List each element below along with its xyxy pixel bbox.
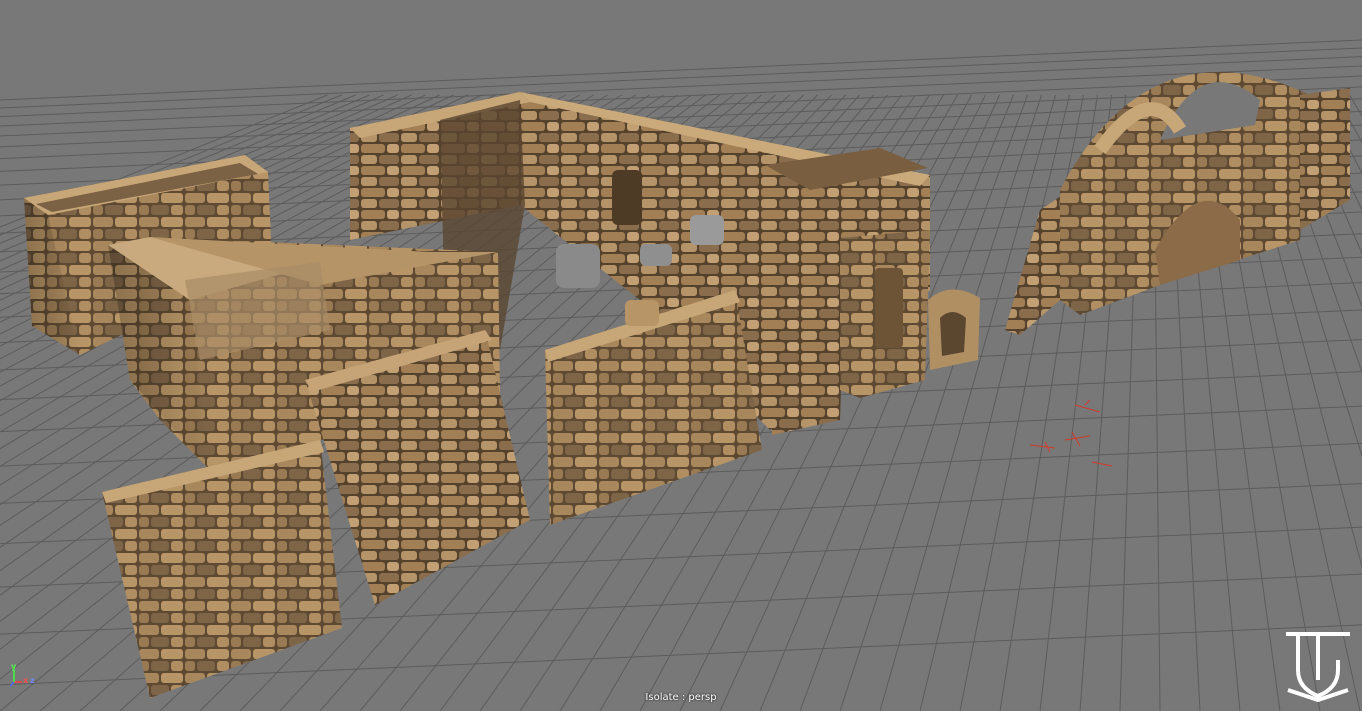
maya-perspective-viewport[interactable]: x y z Isolate : persp (0, 0, 1362, 711)
scene-canvas[interactable] (0, 0, 1362, 711)
stone-small-arch[interactable] (928, 289, 980, 370)
stone-wall-straight-panel[interactable] (545, 290, 762, 525)
stone-wall-short-panel[interactable] (770, 262, 845, 435)
axis-y-label: y (11, 662, 17, 671)
stone-window-frame[interactable] (840, 230, 930, 398)
axis-z-label: z (30, 676, 35, 685)
stone-arch-ruin[interactable] (1005, 72, 1350, 335)
axis-gizmo: x y z (8, 662, 42, 688)
viewport-camera-label: Isolate : persp (645, 692, 717, 703)
jg-monogram-logo-icon (1286, 632, 1350, 702)
axis-x-label: x (23, 676, 29, 685)
